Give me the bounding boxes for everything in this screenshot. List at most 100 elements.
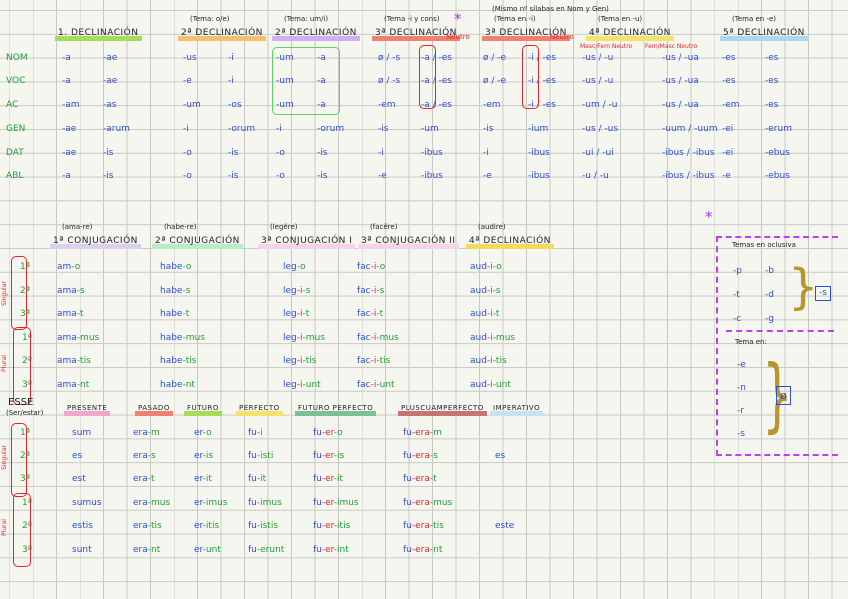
neuter-highlight-box — [272, 47, 340, 115]
form-part: fu — [248, 521, 257, 531]
stem-left: -c — [733, 314, 742, 324]
plural-ending: -ibus / -ibus — [662, 171, 715, 181]
singular-ending: ø / -s — [378, 76, 401, 86]
form-part: -era — [411, 451, 430, 461]
plural-ending: -erum — [765, 124, 792, 134]
plural-ending: -ibus — [528, 148, 550, 158]
form-part: -imus — [256, 498, 282, 508]
singular-label: Singular — [0, 281, 8, 306]
singular-ending: -ei — [722, 148, 734, 158]
verb-form: leg-i-s — [283, 286, 310, 297]
form-part: -tis — [182, 356, 197, 366]
singular-ending: ø / -e — [483, 76, 507, 86]
esse-form: fu-erunt — [248, 545, 284, 556]
plural-ending: -arum — [103, 124, 130, 134]
singular-ending: -o — [183, 171, 192, 181]
form-part: -o — [376, 262, 386, 272]
singular-ending: -es — [722, 53, 736, 63]
form-part: era — [133, 498, 148, 508]
form-part: -it — [256, 474, 267, 484]
form-part: leg — [283, 262, 297, 272]
form-part: aud — [470, 356, 487, 366]
conjugation-3-note: (legĕre) — [270, 223, 298, 231]
form-part: -era — [411, 474, 430, 484]
plural-ending: -ebus — [765, 148, 790, 158]
singular-ending: -e — [183, 76, 192, 86]
form-part: fac — [357, 380, 371, 390]
declension-7-note: (Tema en -e) — [732, 15, 776, 23]
verb-form: leg-o — [283, 262, 306, 273]
singular-ending: -i — [183, 124, 189, 134]
stem-item: -e — [737, 360, 746, 370]
form-part: -nt — [76, 380, 90, 390]
form-part: -m — [147, 428, 160, 438]
singular-ending: -ei — [722, 124, 734, 134]
form-part: -era — [411, 521, 430, 531]
form-part: aud — [470, 309, 487, 319]
form-part: leg — [283, 309, 297, 319]
stem-left: -p — [733, 266, 742, 276]
verb-form: habe-nt — [160, 380, 195, 391]
case-label-voc: VOC — [6, 76, 26, 86]
form-part: ama — [57, 333, 77, 343]
esse-form: fu-era-m — [403, 428, 442, 439]
asterisk-icon: * — [705, 208, 713, 226]
form-part: -o — [182, 262, 192, 272]
plural-ending: -i — [228, 53, 234, 63]
plural-ending: -us / -ua — [662, 76, 699, 86]
conjugation-2-title: 2ª Conjugación — [152, 236, 243, 249]
form-part: -er — [321, 545, 334, 555]
stem-item: -n — [737, 383, 746, 393]
singular-ending: -is — [378, 124, 389, 134]
plural-ending: -um — [421, 124, 439, 134]
form-part: -imus — [333, 498, 359, 508]
form-part: ama — [57, 286, 77, 296]
verb-form: aud-i-tis — [470, 356, 507, 367]
plural-ending: -ibus / -ibus — [662, 148, 715, 158]
plural-ending: -i — [228, 76, 234, 86]
esse-form: fu-era-t — [403, 474, 437, 485]
verb-form: habe-tis — [160, 356, 196, 367]
verb-form: habe-o — [160, 262, 191, 273]
form-part: fu — [248, 498, 257, 508]
form-part: -t — [492, 309, 500, 319]
form-part: -s — [147, 451, 156, 461]
neuter-i-circle — [522, 45, 539, 109]
stem-left: -t — [733, 290, 740, 300]
esse-form: estis — [72, 521, 93, 531]
form-part: habe — [160, 262, 183, 272]
tense-2-title: Pasado — [135, 403, 173, 416]
case-label-abl: ABL — [6, 171, 24, 181]
declension-3-note: (Tema: um/i) — [284, 15, 329, 23]
esse-form: fu-istis — [248, 521, 278, 532]
form-part: habe — [160, 309, 183, 319]
verb-form: leg-i-tis — [283, 356, 316, 367]
esse-form: er-o — [194, 428, 212, 439]
form-part: -unt — [302, 380, 321, 390]
form-part: er — [194, 545, 203, 555]
form-part: fac — [357, 286, 371, 296]
form-part: -unt — [492, 380, 511, 390]
form-part: -o — [202, 428, 212, 438]
form-part: -nt — [147, 545, 161, 555]
verb-form: ama-nt — [57, 380, 89, 391]
form-part: era — [133, 545, 148, 555]
esse-title: ESSE — [8, 397, 34, 408]
form-part: -s — [302, 286, 311, 296]
case-label-gen: GEN — [6, 124, 26, 134]
tense-7-title: Imperativo — [490, 403, 544, 416]
esse-form: era-tis — [133, 521, 162, 532]
verb-form: ama-s — [57, 286, 85, 297]
form-part: aud — [470, 286, 487, 296]
form-part: er — [194, 498, 203, 508]
conjugation-4-note: (facĕre) — [370, 223, 398, 231]
verb-form: leg-i-unt — [283, 380, 321, 391]
esse-singular-label: Singular — [0, 445, 8, 470]
declension-extra-note: (Mismo nº sílabas en Nom y Gen) — [492, 5, 609, 13]
esse-subtitle: (Ser/estar) — [6, 409, 44, 417]
form-part: er — [194, 474, 203, 484]
form-part: -t — [182, 309, 190, 319]
form-part: -nt — [182, 380, 195, 390]
verb-form: leg-i-mus — [283, 333, 325, 344]
verb-form: fac-i-mus — [357, 333, 399, 344]
